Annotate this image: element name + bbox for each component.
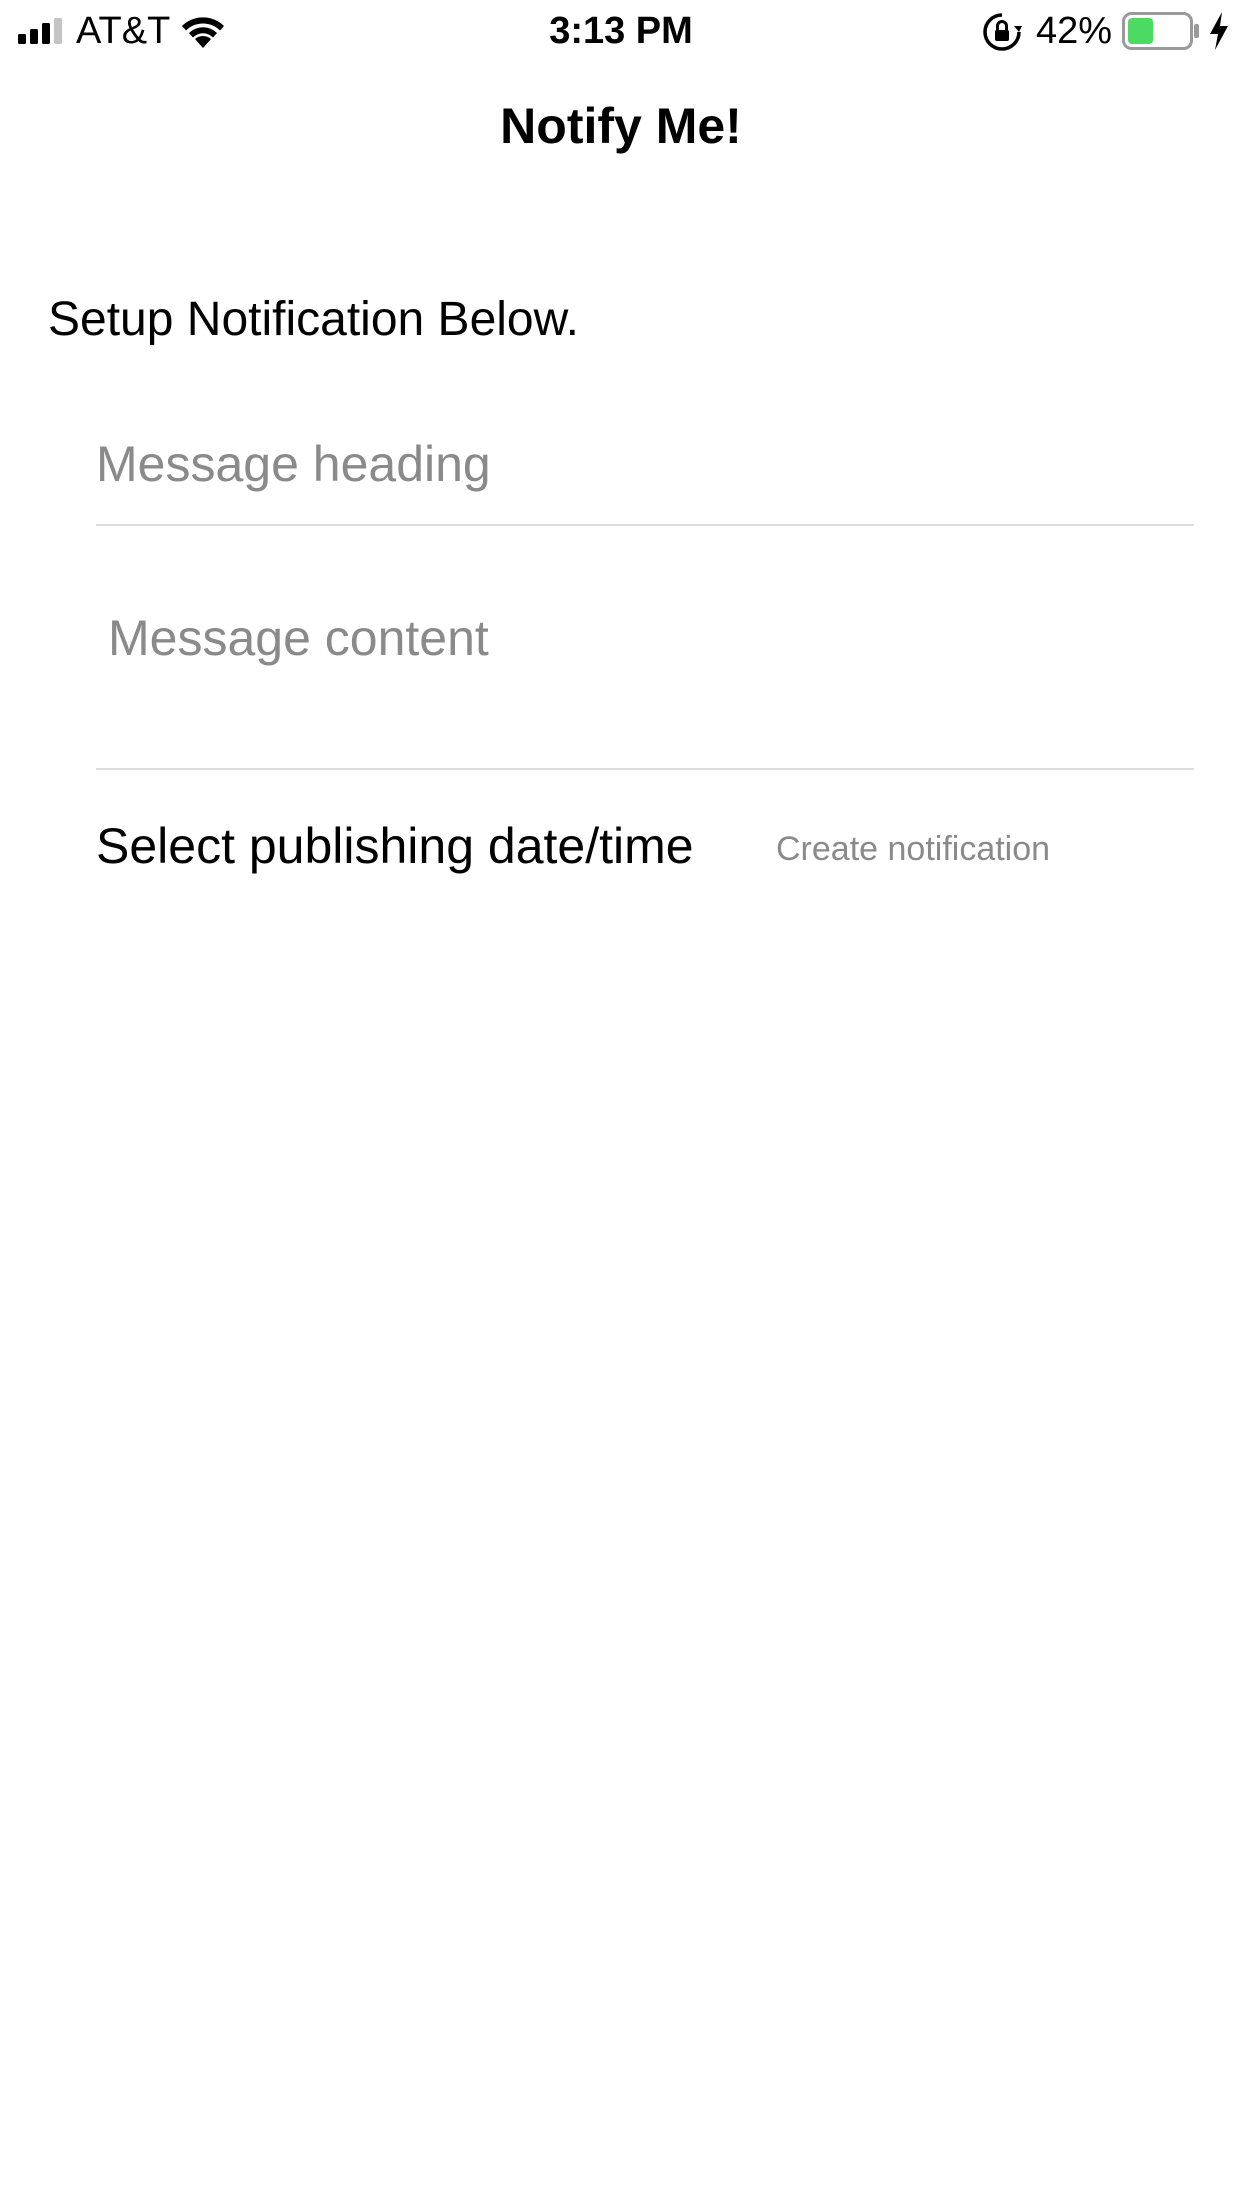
rotation-lock-icon: [983, 13, 1022, 51]
create-notification-button[interactable]: Create notification: [776, 826, 1050, 872]
battery-percent: 42%: [1036, 10, 1113, 52]
message-content-input[interactable]: [96, 596, 1194, 770]
select-date-time-button[interactable]: Select publishing date/time: [96, 816, 694, 876]
status-bar: AT&T 3:13 PM 42%: [0, 0, 1242, 62]
setup-instruction: Setup Notification Below.: [48, 293, 579, 346]
message-heading-input[interactable]: [96, 420, 1194, 526]
charging-bolt-icon: [1210, 12, 1228, 50]
battery-icon: [1122, 12, 1199, 50]
page-title: Notify Me!: [500, 98, 742, 154]
